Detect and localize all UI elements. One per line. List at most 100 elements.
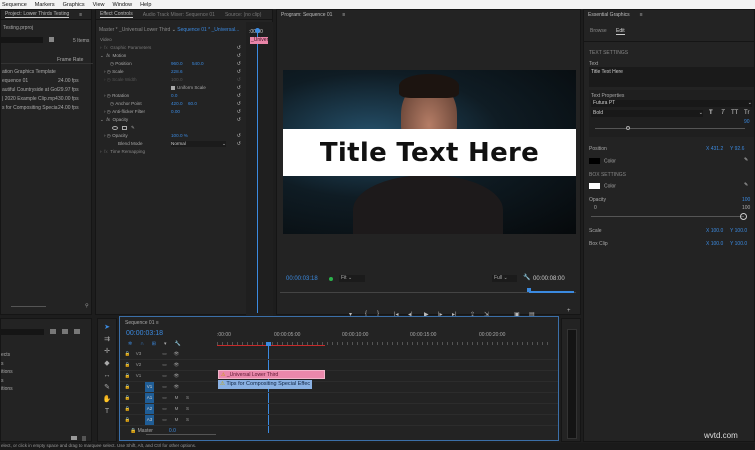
opacity-value[interactable]: 100 [742,197,750,203]
ellipse-mask-icon[interactable] [112,125,118,130]
mute-button[interactable]: M [172,404,181,414]
effects-search-input[interactable] [1,329,44,335]
32bit-effects-icon[interactable] [62,329,68,334]
clip-universal-lower-third[interactable]: ⚠ _Universal Lower Third [218,370,325,379]
project-item[interactable]: s for Compositing Specia 24.00 fps [2,105,92,111]
pen-mask-icon[interactable]: ✎ [131,125,135,131]
position-x-value[interactable]: 960.0 [171,61,183,66]
tab-source[interactable]: Source: (no clip) [225,12,261,18]
timeline-timecode[interactable]: 00:00:03:18 [126,330,163,337]
mini-clip-bar[interactable]: _Univer [250,37,268,44]
effects-folder[interactable]: s [1,361,4,367]
font-size-slider[interactable] [595,128,745,129]
box-clip-x-value[interactable]: X 100.0 [706,241,723,247]
track-select-tool-icon[interactable]: ⇉ [102,335,112,345]
project-item[interactable]: | 2020 Example Clip.mp4 30.00 fps [2,96,92,102]
search-icon[interactable]: ⚲ [85,303,89,309]
project-item[interactable]: autiful Countryside at Gol 29.97 fps [2,87,92,93]
scale-x-value[interactable]: X 100.0 [706,228,723,234]
new-bin-icon[interactable] [71,436,77,440]
insert-overwrite-icon[interactable]: ⊞ [152,341,156,347]
essential-graphics-tab[interactable]: Essential Graphics [588,12,630,18]
razor-tool-icon[interactable]: ◆ [102,359,112,369]
mute-button[interactable]: M [172,415,181,425]
menu-markers[interactable]: Markers [35,2,55,8]
mini-playhead[interactable] [257,28,258,313]
anti-flicker-value[interactable]: 0.00 [171,109,180,114]
font-size-slider-handle[interactable] [626,126,630,130]
anchor-y-value[interactable]: 60.0 [188,101,197,106]
position-y-value[interactable]: Y 92.6 [730,146,744,152]
opacity-slider-handle[interactable] [740,213,747,220]
linked-selection-icon[interactable]: ∩ [140,341,144,347]
menu-help[interactable]: Help [140,2,151,8]
effects-folder[interactable]: itions [1,386,13,392]
trash-icon[interactable] [82,436,86,441]
zoom-slider[interactable] [11,306,46,307]
scale-value[interactable]: 228.6 [171,69,183,74]
project-search-input[interactable] [1,37,43,43]
box-color-swatch[interactable] [589,183,600,189]
graphic-parameters-row[interactable]: › fx Graphic Parameters ↺ [96,44,244,52]
font-select[interactable]: Futura PT ⌄ [591,100,752,107]
time-remapping-row[interactable]: › fx Time Remapping [96,148,244,156]
box-clip-y-value[interactable]: Y 100.0 [730,241,747,247]
playhead-marker[interactable] [527,288,531,292]
program-tab[interactable]: Program: Sequence 01 [281,12,332,18]
faux-bold-button[interactable]: T [709,110,713,116]
menu-graphics[interactable]: Graphics [63,2,85,8]
rectangle-mask-icon[interactable] [122,125,127,130]
quality-select[interactable]: Full ⌄ [492,275,517,282]
effects-folder[interactable]: s [1,378,4,384]
title-overlay-box[interactable]: Title Text Here [283,129,576,176]
menu-sequence[interactable]: Sequence [2,2,27,8]
pen-tool-icon[interactable]: ✎ [102,383,112,393]
eyedropper-icon[interactable]: ✎ [744,157,748,163]
motion-row[interactable]: ⌄ fx Motion ↺ [96,52,244,60]
sequence-clip-select[interactable]: Sequence 01 * _Universal... [177,27,239,33]
hand-tool-icon[interactable]: ✋ [102,395,112,405]
timeline-tab[interactable]: Sequence 01 [125,320,154,326]
selection-tool-icon[interactable]: ➤ [102,323,112,333]
project-item[interactable]: ation Graphics Template [2,69,56,75]
mute-button[interactable]: M [172,393,181,403]
all-caps-button[interactable]: TT [731,110,738,116]
font-size-value[interactable]: 90 [744,119,750,125]
program-timecode[interactable]: 00:00:03:18 [286,276,318,282]
ripple-edit-tool-icon[interactable]: ✛ [102,347,112,357]
master-clip-select[interactable]: Master * _Universal Lower Third [99,27,170,33]
work-area-bar[interactable] [217,345,325,346]
tab-effect-controls[interactable]: Effect Controls [100,11,133,18]
position-x-value[interactable]: X 431.2 [706,146,723,152]
opacity-slider[interactable] [591,216,744,217]
solo-button[interactable]: S [183,415,192,425]
menu-view[interactable]: View [93,2,105,8]
tab-audio-track-mixer[interactable]: Audio Track Mixer: Sequence 01 [143,12,215,18]
zoom-bar[interactable] [529,291,574,293]
clip-tips-compositing[interactable]: ⚠ Tips for Compositing Special Effec [218,380,313,389]
small-caps-button[interactable]: Tr [744,110,749,116]
wrench-icon[interactable]: 🔧 [523,274,530,281]
font-style-select[interactable]: Bold ⌄ [591,110,703,117]
type-tool-icon[interactable]: T [102,407,112,417]
eyedropper-icon[interactable]: ✎ [744,182,748,188]
opacity-value[interactable]: 100.0 % [171,133,188,138]
tab-edit[interactable]: Edit [616,28,625,35]
scale-y-value[interactable]: Y 100.0 [730,228,747,234]
source-patch-v1[interactable]: V1 [145,382,154,392]
effects-folder[interactable]: itions [1,369,13,375]
yuv-effects-icon[interactable] [74,329,80,334]
faux-italic-button[interactable]: T [721,110,725,116]
snap-icon[interactable]: ✲ [128,341,132,347]
fit-select[interactable]: Fit ⌄ [339,275,365,282]
effects-folder[interactable]: ects [1,352,10,358]
button-editor-icon[interactable]: + [567,308,571,314]
project-tab[interactable]: Project: Lower Thirds Testing [5,11,70,18]
opacity-section-row[interactable]: ⌄ fx Opacity ↺ [96,116,244,124]
uniform-scale-checkbox[interactable]: Uniform Scale ↺ [96,84,244,92]
add-marker-icon[interactable]: ▾ [164,341,167,347]
solo-button[interactable]: S [183,404,192,414]
rotation-value[interactable]: 0.0 [171,93,177,98]
accelerated-effects-icon[interactable] [50,329,56,334]
project-item[interactable]: equence 01 24.00 fps [2,78,92,84]
